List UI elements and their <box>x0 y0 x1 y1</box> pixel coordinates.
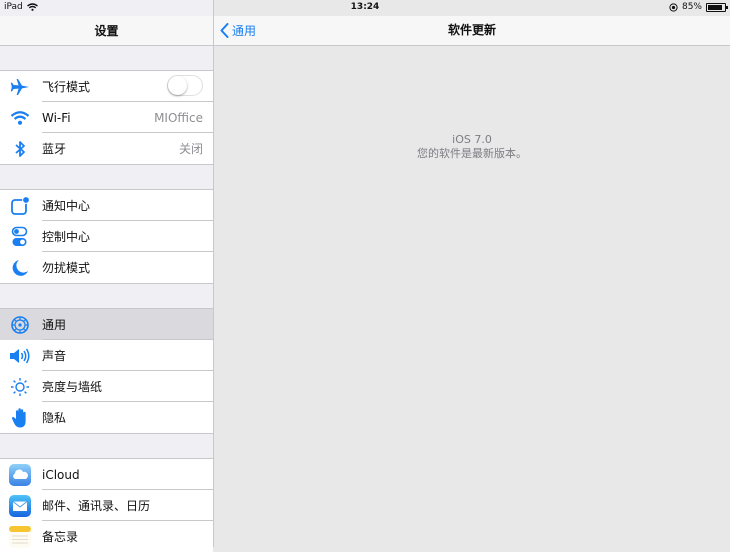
sidebar-item-label: 飞行模式 <box>42 80 91 94</box>
detail-header: 软件更新 通用 <box>214 16 730 46</box>
settings-sidebar: 设置 飞行模式 Wi-Fi MIOffice 蓝牙 关闭 通知中心 控制中心 勿… <box>0 0 214 552</box>
speaker-icon <box>8 344 32 368</box>
settings-group-general: 通用 声音 亮度与墙纸 隐私 <box>0 308 213 434</box>
sidebar-item-label: 蓝牙 <box>42 142 67 156</box>
status-time: 13:24 <box>350 2 380 12</box>
status-bar: iPad 13:24 85% <box>0 0 730 16</box>
battery-icon <box>706 2 728 12</box>
sidebar-item-general[interactable]: 通用 <box>0 309 213 340</box>
ios-version: iOS 7.0 <box>452 133 492 146</box>
sidebar-item-label: 亮度与墙纸 <box>42 380 103 394</box>
notification-center-icon <box>8 194 32 218</box>
notes-icon <box>8 525 32 549</box>
moon-icon <box>8 256 32 280</box>
wifi-icon <box>8 106 32 130</box>
sidebar-item-label: 备忘录 <box>42 530 79 544</box>
settings-group-notifications: 通知中心 控制中心 勿扰模式 <box>0 189 213 284</box>
software-update-info: iOS 7.0 您的软件是最新版本。 <box>214 133 730 161</box>
brightness-icon <box>8 375 32 399</box>
airplane-icon <box>8 75 32 99</box>
sidebar-item-bluetooth[interactable]: 蓝牙 关闭 <box>0 133 213 164</box>
control-center-icon <box>8 225 32 249</box>
sidebar-item-label: iCloud <box>42 467 80 482</box>
sidebar-item-label: 控制中心 <box>42 230 91 244</box>
detail-pane: 软件更新 通用 iOS 7.0 您的软件是最新版本。 <box>214 0 730 547</box>
gear-icon <box>8 313 32 337</box>
battery-percent: 85% <box>681 2 702 12</box>
chevron-left-icon <box>220 23 229 38</box>
sidebar-item-label: 邮件、通讯录、日历 <box>42 499 151 513</box>
sidebar-item-label: Wi-Fi <box>42 110 71 125</box>
sidebar-item-do-not-disturb[interactable]: 勿扰模式 <box>0 252 213 283</box>
airplane-mode-toggle[interactable] <box>167 75 203 96</box>
back-button[interactable]: 通用 <box>220 16 256 45</box>
icloud-icon <box>8 463 32 487</box>
sidebar-item-label: 通用 <box>42 318 67 332</box>
sidebar-item-control-center[interactable]: 控制中心 <box>0 221 213 252</box>
rotation-lock-icon <box>669 2 678 12</box>
settings-group-accounts: iCloud 邮件、通讯录、日历 备忘录 <box>0 458 213 552</box>
sidebar-item-label: 通知中心 <box>42 199 91 213</box>
bluetooth-icon <box>8 137 32 161</box>
bluetooth-status-value: 关闭 <box>178 142 203 156</box>
sidebar-item-mail-contacts-calendars[interactable]: 邮件、通讯录、日历 <box>0 490 213 521</box>
sidebar-item-notification-center[interactable]: 通知中心 <box>0 190 213 221</box>
sidebar-item-icloud[interactable]: iCloud <box>0 459 213 490</box>
sidebar-item-privacy[interactable]: 隐私 <box>0 402 213 433</box>
sidebar-item-airplane-mode[interactable]: 飞行模式 <box>0 71 213 102</box>
sidebar-title: 设置 <box>94 24 119 38</box>
page-title: 软件更新 <box>447 23 496 37</box>
wifi-network-value: MIOffice <box>154 110 203 125</box>
sidebar-item-brightness-wallpaper[interactable]: 亮度与墙纸 <box>0 371 213 402</box>
sidebar-header: 设置 <box>0 16 213 46</box>
settings-group-connectivity: 飞行模式 Wi-Fi MIOffice 蓝牙 关闭 <box>0 70 213 165</box>
sidebar-item-label: 勿扰模式 <box>42 261 91 275</box>
sidebar-item-wifi[interactable]: Wi-Fi MIOffice <box>0 102 213 133</box>
sidebar-item-sounds[interactable]: 声音 <box>0 340 213 371</box>
hand-icon <box>8 406 32 430</box>
back-button-label: 通用 <box>232 24 257 38</box>
update-status-message: 您的软件是最新版本。 <box>417 147 527 160</box>
mail-icon <box>8 494 32 518</box>
sidebar-item-label: 隐私 <box>42 411 67 425</box>
sidebar-item-notes[interactable]: 备忘录 <box>0 521 213 552</box>
sidebar-item-label: 声音 <box>42 349 67 363</box>
